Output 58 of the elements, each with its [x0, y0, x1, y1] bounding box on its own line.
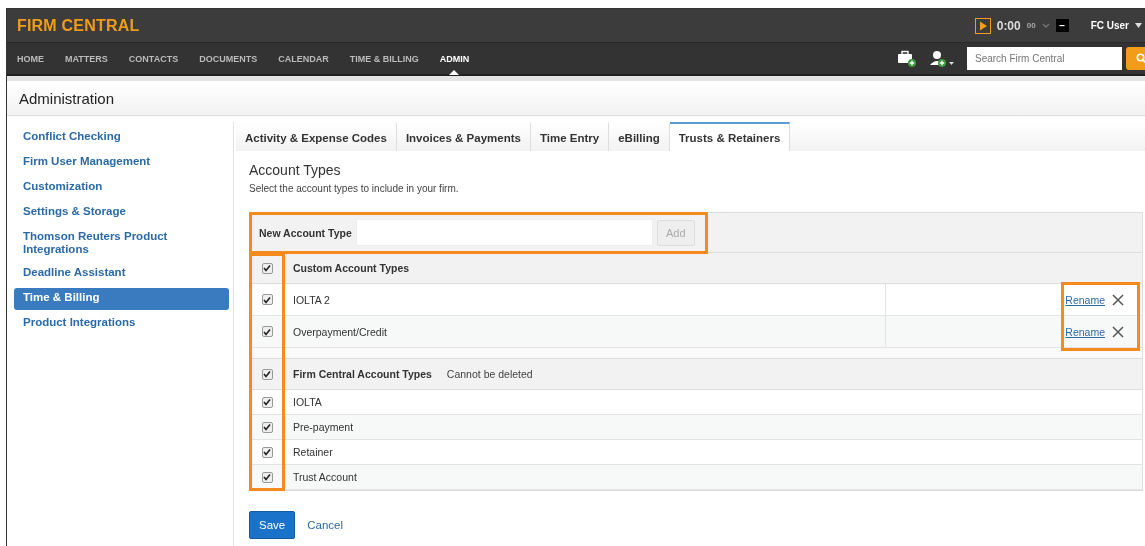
timer-value: 0:00: [996, 18, 1021, 33]
account-name: IOLTA: [292, 396, 322, 408]
cancel-link[interactable]: Cancel: [307, 519, 344, 531]
account-name: Pre-payment: [292, 421, 354, 433]
play-icon[interactable]: [974, 17, 991, 34]
tab[interactable]: eBilling: [609, 122, 670, 151]
group-title: Custom Account Types: [293, 262, 410, 274]
briefcase-add-icon[interactable]: [897, 49, 917, 68]
section-title: Account Types: [249, 162, 342, 178]
sidebar-item[interactable]: Thomson Reuters Product Integrations: [14, 227, 229, 260]
group-note: Cannot be deleted: [446, 368, 533, 380]
rename-link[interactable]: Rename: [1065, 325, 1105, 338]
search-field[interactable]: Search Firm Central: [967, 47, 1122, 70]
sidebar-item[interactable]: Deadline Assistant: [14, 263, 229, 285]
nav-item[interactable]: TIME & BILLING: [349, 42, 419, 75]
search-icon: [1135, 53, 1145, 64]
nav-item[interactable]: MATTERS: [65, 42, 108, 75]
nav-item[interactable]: CONTACTS: [128, 42, 179, 75]
group-title: Firm Central Account Types: [293, 368, 432, 380]
account-name: Overpayment/Credit: [292, 325, 387, 338]
checkbox[interactable]: [261, 471, 273, 483]
account-name: Retainer: [292, 446, 333, 458]
checkbox[interactable]: [261, 368, 273, 380]
nav-item[interactable]: HOME: [17, 42, 44, 75]
checkbox[interactable]: [261, 446, 273, 458]
tab[interactable]: Trusts & Retainers: [669, 122, 791, 151]
sidebar-item[interactable]: Conflict Checking: [14, 127, 229, 149]
nav-item[interactable]: DOCUMENTS: [199, 42, 258, 75]
close-icon[interactable]: [1112, 325, 1124, 338]
rename-link[interactable]: Rename: [1065, 293, 1105, 306]
stop-button[interactable]: –: [1055, 19, 1069, 32]
page-title: Administration: [19, 89, 115, 107]
caret-icon[interactable]: [1135, 23, 1142, 28]
account-name: IOLTA 2: [292, 293, 330, 306]
chevron-icon[interactable]: [1041, 22, 1050, 29]
brand-logo: FIRM CENTRAL: [17, 16, 140, 35]
checkbox[interactable]: [261, 262, 273, 274]
sidebar-item[interactable]: Settings & Storage: [14, 202, 229, 224]
sidebar-item[interactable]: Time & Billing: [14, 288, 229, 310]
tab[interactable]: Activity & Expense Codes: [236, 122, 397, 151]
timer-seconds: 00: [1026, 21, 1036, 30]
save-button[interactable]: Save: [249, 511, 296, 539]
checkbox[interactable]: [261, 326, 273, 337]
user-menu[interactable]: FC User: [1090, 20, 1129, 31]
account-name: Trust Account: [292, 471, 357, 483]
checkbox[interactable]: [261, 421, 273, 433]
tab[interactable]: Invoices & Payments: [396, 122, 531, 151]
section-subtitle: Select the account types to include in your firm.: [249, 183, 460, 194]
sidebar-item[interactable]: Product Integrations: [14, 313, 229, 335]
sidebar-item[interactable]: Firm User Management: [14, 152, 229, 174]
nav-item[interactable]: CALENDAR: [278, 42, 329, 75]
person-add-icon[interactable]: [929, 49, 955, 68]
checkbox[interactable]: [261, 396, 273, 408]
checkbox[interactable]: [261, 294, 273, 305]
tab[interactable]: Time Entry: [530, 122, 610, 151]
field-label: New Account Type: [259, 226, 352, 239]
sidebar-item[interactable]: Customization: [14, 177, 229, 199]
close-icon[interactable]: [1112, 293, 1124, 306]
